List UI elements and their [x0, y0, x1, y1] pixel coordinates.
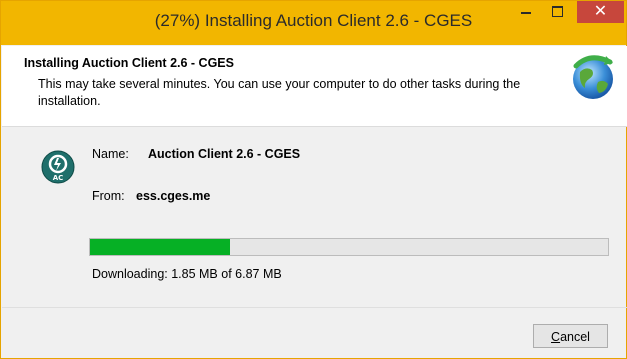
globe-install-icon	[573, 55, 613, 99]
header-description: This may take several minutes. You can u…	[38, 77, 521, 108]
from-value: ess.cges.me	[136, 189, 211, 203]
close-button[interactable]: ✕	[577, 1, 624, 23]
cancel-label: ancel	[560, 330, 590, 344]
auction-client-icon: AC	[41, 150, 75, 184]
title-bar[interactable]: (27%) Installing Auction Client 2.6 - CG…	[1, 1, 626, 45]
progress-fill	[90, 239, 230, 255]
name-label: Name:	[92, 147, 129, 161]
cancel-button[interactable]: Cancel	[533, 324, 608, 348]
download-status: Downloading: 1.85 MB of 6.87 MB	[92, 267, 282, 281]
maximize-button[interactable]	[545, 1, 571, 23]
close-icon: ✕	[593, 3, 608, 20]
download-progress-bar	[89, 238, 609, 256]
installer-window: (27%) Installing Auction Client 2.6 - CG…	[0, 0, 627, 359]
from-label: From:	[92, 189, 125, 203]
name-value: Auction Client 2.6 - CGES	[148, 147, 301, 161]
footer-divider	[2, 307, 627, 308]
minimize-button[interactable]	[513, 1, 539, 23]
header-panel: Installing Auction Client 2.6 - CGES Thi…	[2, 46, 627, 127]
header-title: Installing Auction Client 2.6 - CGES	[24, 56, 234, 70]
app-icon-label: AC	[53, 174, 64, 182]
cancel-accelerator: C	[551, 330, 561, 344]
